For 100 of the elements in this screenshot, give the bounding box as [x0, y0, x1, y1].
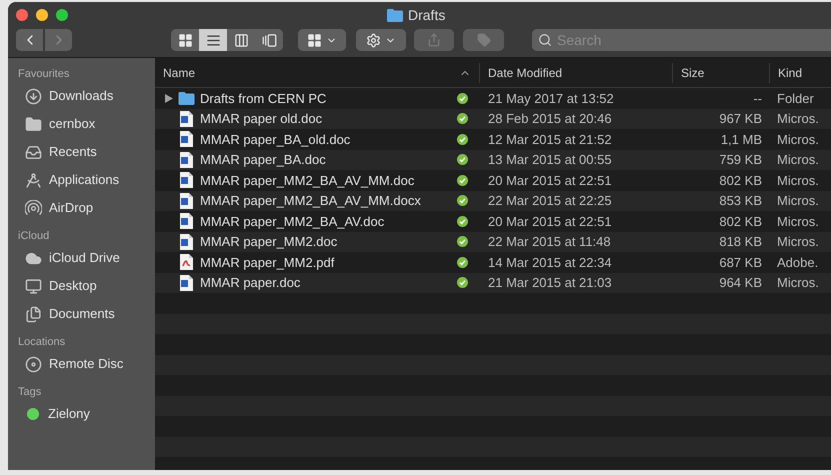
action-menu-button[interactable] — [356, 29, 406, 51]
documents-icon — [25, 306, 42, 322]
size-cell-text: 802 KB — [718, 172, 763, 190]
size-cell-text: 964 KB — [718, 274, 763, 292]
kind-cell-text: Micros. — [776, 130, 820, 148]
monitor-icon — [25, 278, 42, 294]
kind-cell-text: Micros. — [776, 172, 820, 190]
sidebar-section-title: Favourites — [18, 67, 70, 82]
grid-icon — [178, 32, 192, 48]
folder-icon — [25, 116, 42, 132]
kind-cell-text: Micros. — [776, 110, 820, 128]
minimize-button[interactable] — [36, 9, 48, 21]
sidebar-item[interactable]: Desktop — [18, 272, 155, 300]
column-header[interactable]: Kind — [770, 62, 831, 82]
file-name: MMAR paper_MM2.pdf — [200, 254, 336, 272]
disc-icon — [25, 356, 42, 372]
date-cell-text: 21 May 2017 at 13:52 — [487, 90, 615, 108]
file-row[interactable]: MMAR paper_BA.doc 13 Mar 2015 at 00:55 759 KB Micros. — [155, 150, 831, 170]
kind-cell-text: Micros. — [776, 233, 820, 251]
signal-rings-icon — [25, 200, 42, 216]
size-cell-text: -- — [752, 90, 763, 108]
folder-icon — [178, 92, 194, 105]
list-icon — [206, 32, 220, 48]
file-name: MMAR paper_MM2_BA_AV_MM.doc — [200, 172, 416, 190]
column-view-button[interactable] — [227, 29, 255, 51]
download-icon — [25, 88, 42, 104]
document-file-icon — [180, 192, 192, 209]
file-name: MMAR paper_MM2_BA_AV.doc — [200, 212, 386, 231]
sidebar-section-title: iCloud — [18, 229, 50, 244]
size-cell-text: 802 KB — [718, 212, 763, 230]
zoom-button[interactable] — [56, 9, 68, 21]
date-cell-text: 22 Mar 2015 at 11:48 — [487, 233, 612, 251]
sidebar-item[interactable]: iCloud Drive — [18, 244, 155, 272]
file-name: Drafts from CERN PC — [200, 90, 328, 108]
kind-cell-text: Micros. — [776, 212, 820, 230]
file-row[interactable]: MMAR paper old.doc 28 Feb 2015 at 20:46 967 KB Micros. — [155, 108, 831, 129]
document-file-icon — [180, 213, 192, 230]
sidebar-item[interactable]: Remote Disc — [18, 350, 155, 378]
gallery-icon — [262, 32, 276, 48]
size-cell-text: 967 KB — [718, 110, 763, 128]
document-file-icon — [180, 274, 192, 291]
file-name: MMAR paper old.doc — [200, 110, 324, 128]
file-row[interactable]: MMAR paper_MM2.doc 22 Mar 2015 at 11:48 818 KB Micros. — [155, 232, 831, 252]
gear-icon — [366, 32, 381, 48]
date-cell-text: 12 Mar 2015 at 21:52 — [487, 130, 613, 148]
kind-cell-text: Micros. — [776, 151, 820, 169]
pdf-file-icon — [180, 254, 192, 270]
sidebar-item[interactable]: Zielony — [18, 400, 155, 428]
back-button[interactable] — [16, 29, 43, 51]
date-cell-text: 20 Mar 2015 at 22:51 — [487, 172, 613, 190]
file-name: MMAR paper_MM2.doc — [200, 233, 338, 251]
folder-icon — [387, 8, 403, 22]
document-file-icon — [180, 234, 192, 250]
sidebar-item[interactable]: Documents — [18, 300, 155, 328]
size-cell-text: 818 KB — [718, 233, 763, 251]
icon-view-button[interactable] — [171, 29, 199, 51]
file-row[interactable]: MMAR paper.doc 21 Mar 2015 at 21:03 964 KB Micros. — [155, 272, 831, 293]
gallery-view-button[interactable] — [255, 29, 283, 51]
date-cell-text: 13 Mar 2015 at 00:55 — [487, 151, 613, 169]
date-cell-text: 28 Feb 2015 at 20:46 — [487, 110, 613, 128]
drafting-compass-icon — [25, 172, 42, 188]
size-cell-text: 1,1 MB — [720, 130, 763, 148]
close-button[interactable] — [16, 9, 28, 21]
sidebar-section-title: Tags — [18, 385, 42, 400]
document-file-icon — [180, 172, 192, 188]
window-title: Drafts — [408, 6, 446, 24]
group-menu-button[interactable] — [298, 29, 346, 51]
sidebar-item[interactable]: Recents — [18, 138, 155, 166]
size-cell-text: 853 KB — [718, 192, 763, 210]
column-header[interactable]: Size — [673, 62, 770, 82]
sidebar-section-title: Locations — [18, 335, 66, 350]
date-cell-text: 21 Mar 2015 at 21:03 — [487, 274, 613, 292]
list-view-button[interactable] — [199, 29, 227, 51]
date-cell-text: 14 Mar 2015 at 22:34 — [487, 254, 613, 272]
size-cell-text: 759 KB — [718, 151, 763, 169]
kind-cell-text: Folder — [776, 90, 815, 108]
file-name: MMAR paper.doc — [200, 274, 302, 292]
column-header[interactable]: Date Modified — [480, 62, 673, 82]
file-name: MMAR paper_MM2_BA_AV_MM.docx — [200, 192, 422, 210]
file-name: MMAR paper_BA_old.doc — [200, 130, 352, 149]
sidebar-item[interactable]: AirDrop — [18, 194, 155, 222]
kind-cell-text: Adobe. — [776, 254, 820, 272]
date-cell-text: 20 Mar 2015 at 22:51 — [487, 212, 613, 230]
document-file-icon — [180, 110, 192, 127]
kind-cell-text: Micros. — [776, 274, 820, 292]
share-icon — [427, 33, 441, 47]
search-icon — [538, 33, 552, 47]
grid-icon — [307, 32, 322, 48]
sidebar-item[interactable]: cernbox — [18, 110, 155, 138]
file-row[interactable]: MMAR paper_MM2_BA_AV_MM.docx 22 Mar 2015 at 22:25 853 KB Micros. — [155, 190, 831, 211]
column-header[interactable]: Name — [155, 62, 480, 82]
document-file-icon — [180, 152, 192, 168]
size-cell-text: 687 KB — [718, 254, 763, 272]
date-cell-text: 22 Mar 2015 at 22:25 — [487, 192, 613, 210]
sidebar-item[interactable]: Applications — [18, 166, 155, 194]
disclosure-triangle-icon[interactable] — [165, 94, 173, 103]
file-name: MMAR paper_BA.doc — [200, 151, 327, 169]
document-file-icon — [180, 131, 192, 148]
columns-icon — [234, 32, 248, 48]
sidebar-item[interactable]: Downloads — [18, 82, 155, 110]
